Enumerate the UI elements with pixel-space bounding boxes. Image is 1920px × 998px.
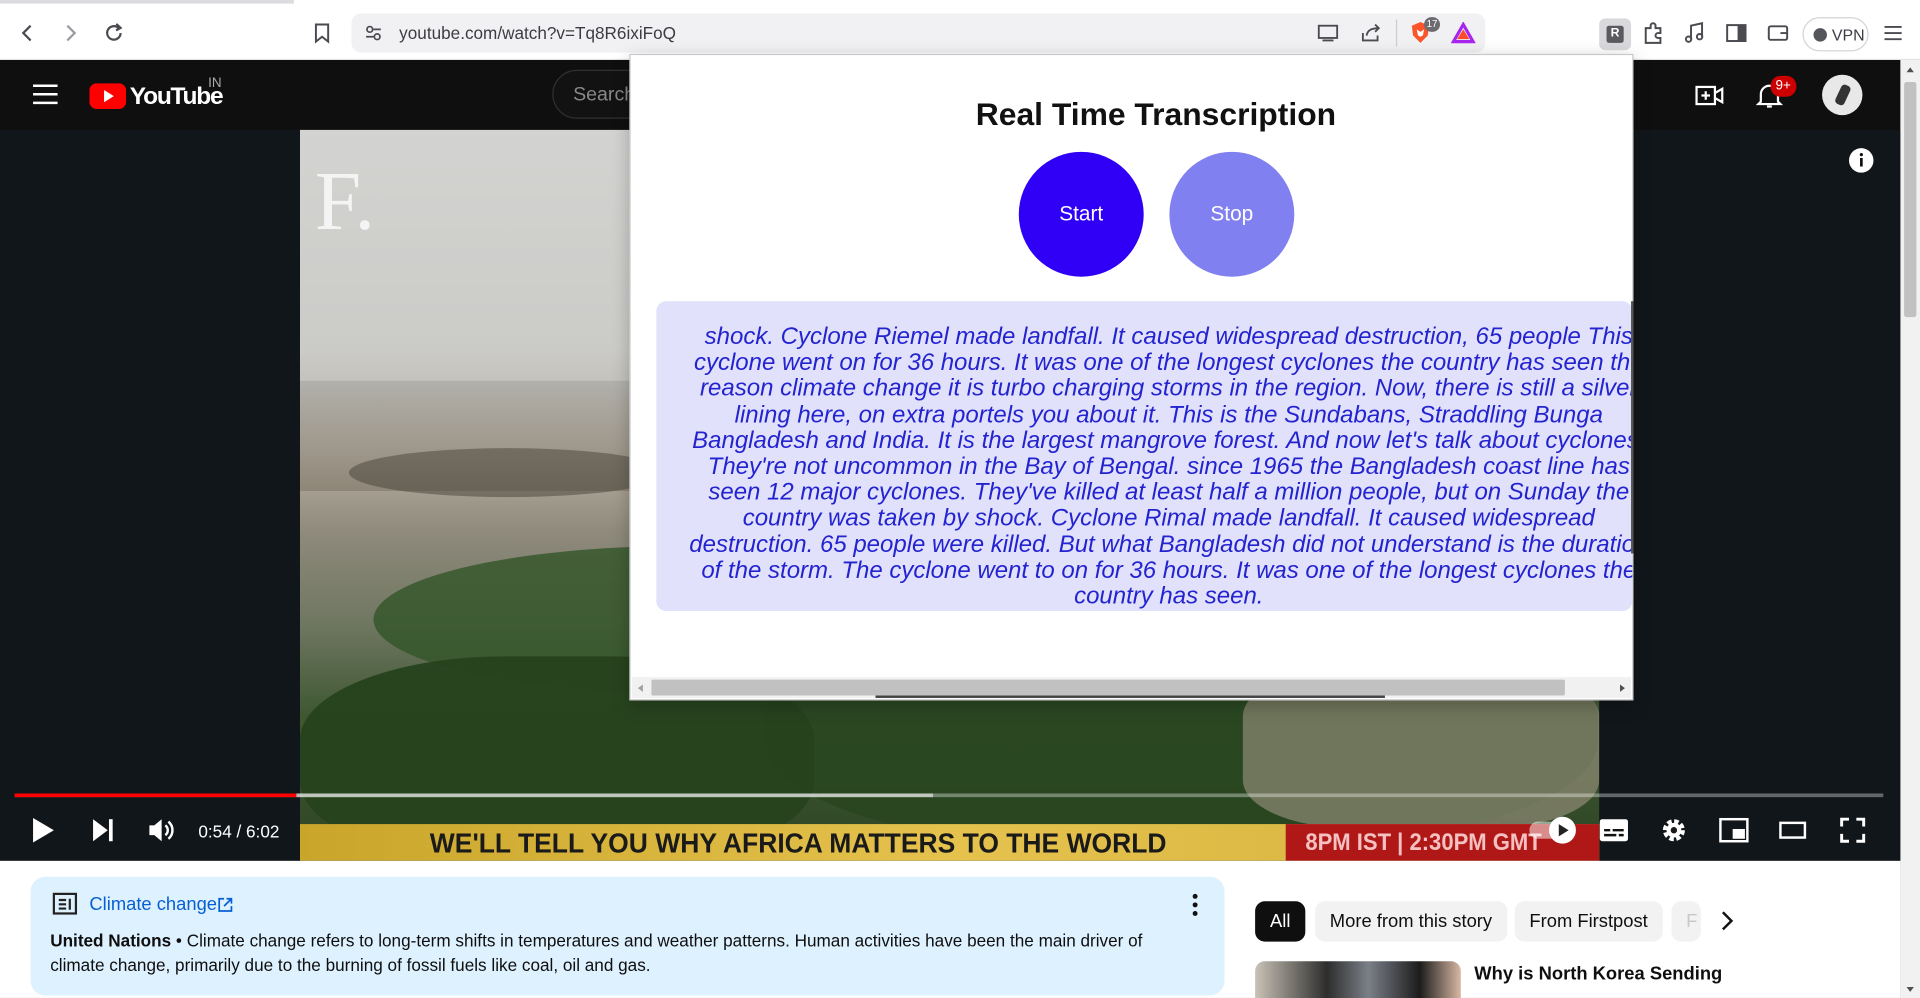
notifications-count-badge: 9+ — [1770, 75, 1796, 97]
guide-menu-icon[interactable] — [32, 83, 59, 105]
external-link-icon[interactable] — [217, 896, 234, 913]
create-video-icon[interactable] — [1695, 81, 1724, 110]
scroll-up-icon[interactable] — [1905, 66, 1915, 73]
autoplay-toggle[interactable] — [1529, 816, 1576, 844]
back-icon[interactable] — [17, 22, 39, 44]
topic-source: United Nations — [50, 930, 172, 951]
settings-gear-icon[interactable] — [1659, 816, 1688, 845]
page-scrollbar[interactable] — [1900, 60, 1920, 998]
browser-toolbar: youtube.com/watch?v=Tq8R6ixiFoQ 17 R VPN — [0, 0, 1920, 61]
bookmark-icon[interactable] — [312, 22, 332, 44]
chip-more-from-story[interactable]: More from this story — [1315, 901, 1507, 942]
video-info-icon[interactable] — [1848, 147, 1875, 174]
menu-hamburger-icon[interactable] — [1882, 22, 1904, 44]
country-code: IN — [208, 75, 222, 91]
page-scrollbar-thumb[interactable] — [1904, 82, 1917, 318]
progress-played — [14, 793, 297, 798]
chip-all[interactable]: All — [1255, 901, 1306, 942]
volume-icon[interactable] — [147, 817, 176, 844]
cast-icon[interactable] — [1316, 22, 1340, 44]
url-text: youtube.com/watch?v=Tq8R6ixiFoQ — [399, 23, 677, 43]
topic-info-card: Climate change United Nations • Climate … — [30, 876, 1225, 996]
reload-icon[interactable] — [102, 21, 126, 45]
start-button[interactable]: Start — [1018, 151, 1144, 277]
below-player: Climate change United Nations • Climate … — [0, 860, 1901, 998]
recommendation-thumbnail[interactable] — [1255, 961, 1461, 998]
progress-bar[interactable] — [14, 793, 1884, 798]
media-music-icon[interactable] — [1682, 21, 1706, 45]
popup-horizontal-scroll-thumb[interactable] — [651, 679, 1565, 696]
transcription-popup: Real Time Transcription Start Stop shock… — [629, 53, 1634, 701]
share-icon[interactable] — [1359, 22, 1383, 44]
progress-buffered — [296, 793, 934, 798]
chevron-right-icon[interactable] — [1714, 907, 1738, 934]
topic-description: United Nations • Climate change refers t… — [50, 928, 1195, 977]
extension-r-button[interactable]: R — [1599, 18, 1632, 51]
youtube-logo[interactable]: YouTube IN — [89, 76, 248, 115]
ticker-time: 8PM IST | 2:30PM GMT — [1305, 828, 1542, 856]
transcript-scroll-indicator — [1631, 301, 1634, 554]
forward-icon[interactable] — [59, 22, 81, 44]
miniplayer-icon[interactable] — [1718, 817, 1750, 844]
channel-watermark: F. — [314, 154, 376, 248]
transcript-box: shock. Cyclone Riemel made landfall. It … — [656, 301, 1633, 612]
play-icon[interactable] — [29, 816, 56, 845]
shields-count-badge: 17 — [1424, 17, 1441, 32]
vpn-label: VPN — [1831, 25, 1865, 45]
search-placeholder: Search — [573, 84, 636, 106]
chip-from-firstpost[interactable]: From Firstpost — [1514, 901, 1663, 942]
vpn-status-icon — [1813, 28, 1827, 42]
scroll-left-icon[interactable] — [637, 683, 644, 693]
brave-rewards-icon[interactable] — [1451, 22, 1476, 44]
source-separator: • — [171, 930, 187, 951]
active-tab-indicator — [0, 0, 294, 4]
chip-truncated[interactable]: F — [1671, 901, 1701, 942]
info-panel-icon — [51, 891, 78, 915]
sidebar-icon[interactable] — [1724, 21, 1748, 45]
stop-button[interactable]: Stop — [1169, 151, 1295, 277]
address-bar[interactable]: youtube.com/watch?v=Tq8R6ixiFoQ 17 — [351, 13, 1486, 53]
theater-mode-icon[interactable] — [1778, 819, 1807, 841]
time-display: 0:54 / 6:02 — [198, 821, 280, 842]
ticker-headline: WE'LL TELL YOU WHY AFRICA MATTERS TO THE… — [429, 826, 1167, 859]
more-options-icon[interactable] — [1190, 893, 1200, 917]
avatar[interactable] — [1822, 74, 1863, 116]
youtube-play-logo-icon — [89, 83, 127, 109]
popup-bottom-edge — [875, 695, 1385, 698]
next-video-icon[interactable] — [91, 817, 115, 844]
vpn-button[interactable]: VPN — [1802, 17, 1869, 52]
autoplay-knob — [1548, 816, 1576, 844]
description-text: Climate change refers to long-term shift… — [50, 930, 1143, 975]
extensions-puzzle-icon[interactable] — [1641, 21, 1665, 45]
recommendation-title[interactable]: Why is North Korea Sending — [1474, 964, 1722, 985]
scroll-down-icon[interactable] — [1905, 986, 1915, 993]
fullscreen-icon[interactable] — [1839, 817, 1866, 844]
transcript-text: shock. Cyclone Riemel made landfall. It … — [689, 323, 1633, 610]
subtitles-icon[interactable] — [1598, 816, 1630, 845]
topic-link[interactable]: Climate change — [89, 894, 217, 915]
site-settings-icon[interactable] — [364, 23, 384, 43]
popup-title: Real Time Transcription — [975, 95, 1337, 133]
news-ticker: WE'LL TELL YOU WHY AFRICA MATTERS TO THE… — [300, 824, 1600, 861]
scroll-right-icon[interactable] — [1619, 683, 1626, 693]
extension-r-label: R — [1606, 25, 1624, 43]
wallet-icon[interactable] — [1766, 21, 1790, 45]
divider — [1395, 19, 1398, 47]
